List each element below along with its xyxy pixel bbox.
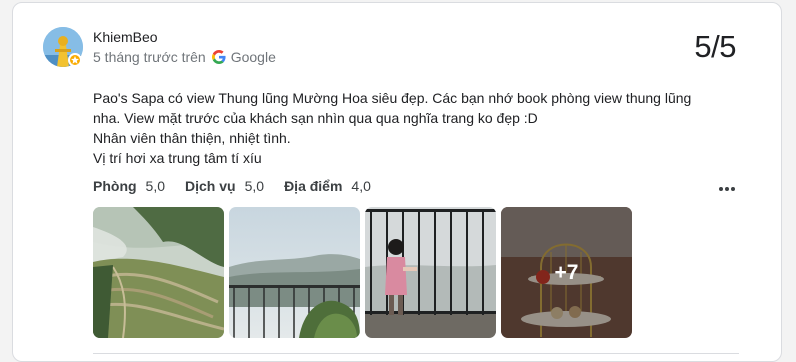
rating-label-service: Dịch vụ [185,178,236,194]
rating-label-location: Địa điểm [284,178,343,194]
more-photos-count: +7 [501,207,632,338]
rating-label-room: Phòng [93,178,137,194]
review-photo-valley[interactable] [93,207,224,338]
review-time: 5 tháng trước trên [93,49,206,65]
rating-value-room: 5,0 [145,178,166,194]
rating-value-location: 4,0 [351,178,371,194]
review-author[interactable]: KhiemBeo [93,29,158,45]
review-text-line: Vị trí hơi xa trung tâm tí xíu [93,150,262,166]
local-guide-star-icon [68,53,82,67]
google-g-icon [211,50,226,64]
review-source: Google [230,49,276,65]
review-card: KhiemBeo 5 tháng trước trên Google 5/5 P… [12,2,782,362]
review-score: 5/5 [694,29,736,64]
review-text: Pao's Sapa có view Thung lũng Mường Hoa … [93,88,733,168]
review-photo-more[interactable]: +7 [501,207,632,338]
review-photos: +7 [93,207,632,338]
review-text-line: Pao's Sapa có view Thung lũng Mường Hoa … [93,90,692,106]
review-meta: 5 tháng trước trên Google [93,49,276,65]
more-horiz-icon[interactable] [717,183,737,195]
review-text-line: Nhân viên thân thiện, nhiệt tình. [93,130,291,146]
rating-value-service: 5,0 [244,178,265,194]
review-photo-child-balcony[interactable] [365,207,496,338]
review-text-line: nha. View mặt trước của khách sạn nhìn q… [93,110,538,126]
review-photo-balcony-view[interactable] [229,207,360,338]
sub-ratings: Phòng 5,0 Dịch vụ 5,0 Địa điểm 4,0 [93,178,391,194]
